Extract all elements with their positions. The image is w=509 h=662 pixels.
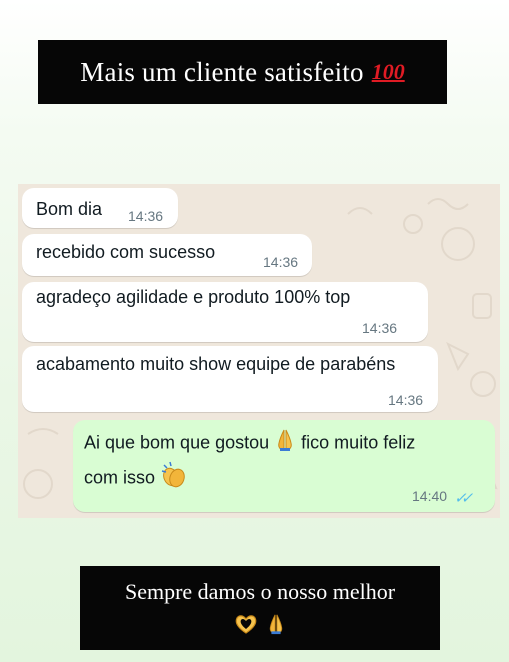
- message-bubble-received[interactable]: recebido com sucesso 14:36: [22, 234, 312, 276]
- message-time: 14:36: [128, 208, 164, 224]
- double-check-icon: ✓✓: [454, 490, 473, 507]
- footer-emojis: [80, 613, 440, 640]
- message-text: Bom dia: [36, 199, 103, 219]
- footer-banner: Sempre damos o nosso melhor: [80, 566, 440, 650]
- message-text: fico muito feliz: [301, 432, 416, 453]
- message-line: Ai que bom que gostou fico muito feliz: [84, 428, 415, 459]
- message-bubble-received[interactable]: acabamento muito show equipe de parabéns…: [22, 346, 438, 412]
- message-text: agradeço agilidade e produto 100% top: [36, 287, 351, 307]
- chat-screenshot: Bom dia 14:36 recebido com sucesso 14:36…: [18, 184, 500, 518]
- heart-hands-icon: [233, 613, 259, 640]
- message-bubble-received[interactable]: Bom dia 14:36: [22, 188, 178, 228]
- message-text: recebido com sucesso: [36, 242, 216, 262]
- message-bubble-received[interactable]: agradeço agilidade e produto 100% top 14…: [22, 282, 428, 342]
- hundred-points-icon: 100: [371, 59, 405, 84]
- message-time: 14:36: [263, 254, 299, 270]
- message-text: Ai que bom que gostou: [84, 432, 270, 453]
- message-line: com isso: [84, 461, 188, 496]
- message-time: 14:36: [362, 320, 398, 336]
- message-text: com isso: [84, 467, 156, 488]
- title-text: Mais um cliente satisfeito: [80, 56, 364, 87]
- title-banner: Mais um cliente satisfeito 100: [38, 40, 447, 104]
- message-bubble-sent[interactable]: Ai que bom que gostou fico muito feliz c…: [73, 420, 495, 512]
- folded-hands-icon: [274, 428, 296, 459]
- message-time: 14:40: [412, 488, 448, 504]
- folded-hands-icon: [265, 613, 287, 640]
- clapping-hands-icon: [160, 461, 188, 496]
- message-time: 14:36: [388, 392, 424, 408]
- message-text: acabamento muito show equipe de parabéns: [36, 354, 396, 374]
- footer-text: Sempre damos o nosso melhor: [124, 579, 396, 604]
